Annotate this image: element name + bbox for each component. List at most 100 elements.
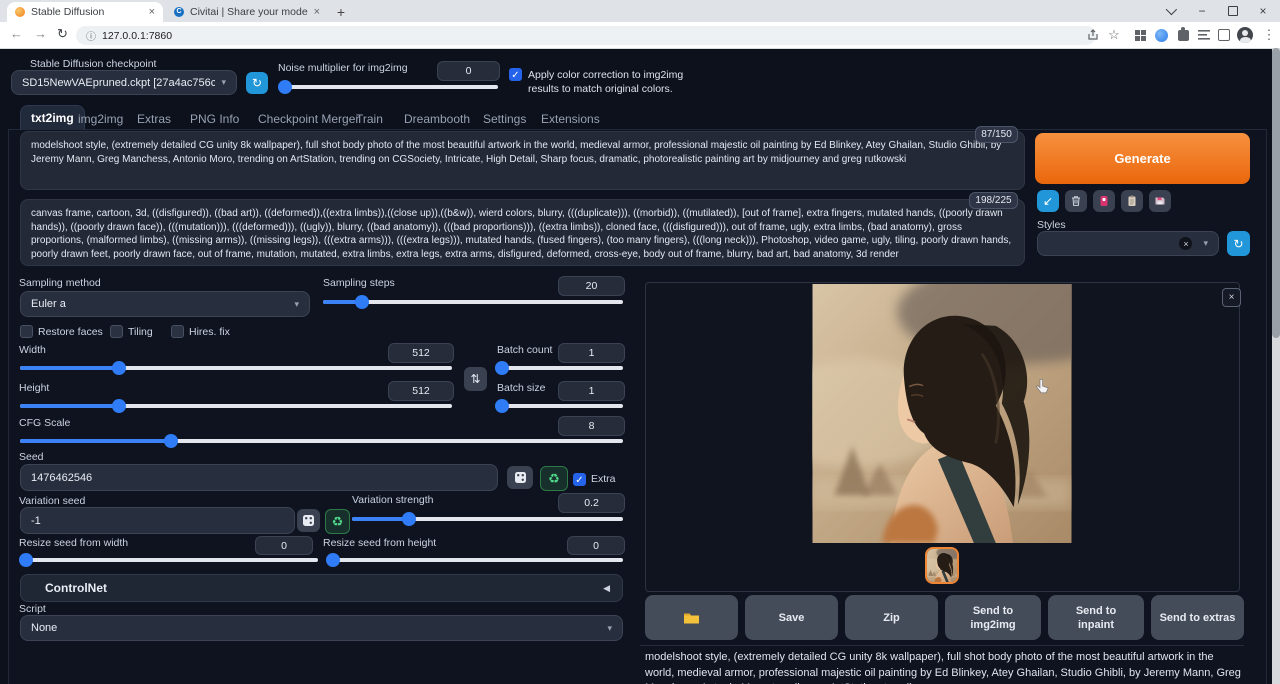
- sampling-method-dropdown[interactable]: Euler a ▾: [20, 291, 310, 317]
- send-to-inpaint-button[interactable]: Send to inpaint: [1048, 595, 1144, 640]
- reload-icon[interactable]: ↻: [57, 26, 68, 42]
- random-variation-seed-dice-button[interactable]: [297, 509, 320, 532]
- sampling-steps-value[interactable]: 20: [558, 276, 625, 296]
- address-bar[interactable]: ⓘ 127.0.0.1:7860: [76, 26, 1096, 45]
- batch-size-value[interactable]: 1: [558, 381, 625, 401]
- open-folder-button[interactable]: [645, 595, 738, 640]
- negative-prompt-textarea[interactable]: canvas frame, cartoon, 3d, ((disfigured)…: [20, 199, 1025, 266]
- gallery-thumbnail[interactable]: [925, 547, 959, 584]
- tab-img2img[interactable]: img2img: [78, 112, 123, 126]
- refresh-styles-button[interactable]: ↻: [1227, 231, 1250, 256]
- height-slider[interactable]: [20, 399, 452, 413]
- slider-knob[interactable]: [112, 399, 126, 413]
- site-info-icon[interactable]: ⓘ: [86, 28, 96, 43]
- variation-seed-input[interactable]: -1: [20, 507, 295, 534]
- share-icon[interactable]: [1085, 27, 1101, 43]
- page-scrollbar-thumb[interactable]: [1272, 48, 1280, 338]
- slider-knob[interactable]: [164, 434, 178, 448]
- tab-extensions[interactable]: Extensions: [541, 112, 600, 126]
- collapse-arrow-icon: ◀: [603, 583, 610, 594]
- slider-knob[interactable]: [326, 553, 340, 567]
- tiling-checkbox[interactable]: [110, 325, 123, 338]
- noise-multiplier-value[interactable]: 0: [437, 61, 500, 81]
- tab-train[interactable]: Train: [356, 112, 383, 126]
- browser-tab-civitai[interactable]: C Civitai | Share your models ×: [166, 2, 328, 22]
- clear-prompt-trash-button[interactable]: [1065, 190, 1087, 212]
- paste-generation-params-button[interactable]: ↙: [1037, 190, 1059, 212]
- slider-knob[interactable]: [112, 361, 126, 375]
- sampling-steps-slider[interactable]: [323, 295, 623, 309]
- extension-blue-dot-icon[interactable]: [1153, 27, 1169, 43]
- extra-networks-card-button[interactable]: [1093, 190, 1115, 212]
- send-to-extras-button[interactable]: Send to extras: [1151, 595, 1244, 640]
- controlnet-accordion[interactable]: ControlNet ◀: [20, 574, 623, 602]
- swap-width-height-button[interactable]: ⇅: [464, 367, 487, 391]
- new-tab-button[interactable]: +: [332, 3, 350, 21]
- slider-knob[interactable]: [495, 361, 509, 375]
- cfg-scale-value[interactable]: 8: [558, 416, 625, 436]
- slider-knob[interactable]: [402, 512, 416, 526]
- random-seed-dice-button[interactable]: [507, 466, 533, 489]
- save-style-floppy-button[interactable]: [1149, 190, 1171, 212]
- tab-dreambooth[interactable]: Dreambooth: [404, 112, 470, 126]
- resize-seed-width-slider[interactable]: [20, 553, 318, 567]
- profile-avatar[interactable]: [1237, 27, 1253, 43]
- apply-styles-clipboard-button[interactable]: [1121, 190, 1143, 212]
- variation-strength-slider[interactable]: [352, 512, 623, 526]
- extensions-puzzle-icon[interactable]: [1175, 27, 1191, 43]
- batch-size-slider[interactable]: [497, 399, 623, 413]
- resize-seed-height-slider[interactable]: [330, 553, 623, 567]
- styles-label: Styles: [1037, 219, 1066, 231]
- zip-button[interactable]: Zip: [845, 595, 938, 640]
- extension-grid-icon[interactable]: [1132, 27, 1148, 43]
- width-slider[interactable]: [20, 361, 452, 375]
- cfg-scale-slider[interactable]: [20, 434, 623, 448]
- tab-extras[interactable]: Extras: [137, 112, 171, 126]
- batch-count-slider[interactable]: [497, 361, 623, 375]
- tab-close-icon[interactable]: ×: [149, 6, 155, 18]
- reuse-variation-seed-button[interactable]: ♻: [325, 509, 350, 534]
- styles-dropdown[interactable]: × ▾: [1037, 231, 1219, 256]
- close-gallery-icon[interactable]: ×: [1222, 288, 1241, 307]
- seed-input[interactable]: 1476462546: [20, 464, 498, 491]
- noise-multiplier-slider[interactable]: [278, 80, 498, 94]
- batch-count-value[interactable]: 1: [558, 343, 625, 363]
- slider-knob[interactable]: [278, 80, 292, 94]
- generate-button[interactable]: Generate: [1035, 133, 1250, 184]
- tab-close-icon[interactable]: ×: [314, 6, 320, 18]
- window-menu-chevron-icon[interactable]: [1155, 0, 1185, 22]
- tab-txt2img[interactable]: txt2img: [20, 105, 85, 130]
- tab-checkpoint-merger[interactable]: Checkpoint Merger: [258, 112, 359, 126]
- back-icon[interactable]: ←: [10, 26, 23, 41]
- save-button[interactable]: Save: [745, 595, 838, 640]
- window-maximize-button[interactable]: [1218, 0, 1248, 22]
- slider-knob[interactable]: [495, 399, 509, 413]
- reuse-seed-button[interactable]: ♻: [540, 466, 568, 491]
- forward-icon[interactable]: →: [34, 26, 47, 41]
- variation-strength-value[interactable]: 0.2: [558, 493, 625, 513]
- script-dropdown[interactable]: None ▾: [20, 615, 623, 641]
- checkpoint-refresh-button[interactable]: ↻: [246, 72, 268, 94]
- tab-png-info[interactable]: PNG Info: [190, 112, 239, 126]
- tab-settings[interactable]: Settings: [483, 112, 526, 126]
- browser-tab-stable-diffusion[interactable]: Stable Diffusion ×: [7, 2, 163, 22]
- width-value[interactable]: 512: [388, 343, 454, 363]
- height-value[interactable]: 512: [388, 381, 454, 401]
- color-correction-checkbox[interactable]: ✓: [509, 68, 522, 81]
- side-panel-icon[interactable]: [1216, 27, 1232, 43]
- reading-list-icon[interactable]: [1196, 27, 1212, 43]
- send-to-img2img-button[interactable]: Send to img2img: [945, 595, 1041, 640]
- bookmark-star-icon[interactable]: ☆: [1106, 27, 1122, 43]
- slider-knob[interactable]: [355, 295, 369, 309]
- slider-knob[interactable]: [19, 553, 33, 567]
- hires-fix-checkbox[interactable]: [171, 325, 184, 338]
- window-close-button[interactable]: ×: [1248, 0, 1278, 22]
- generated-image[interactable]: [812, 284, 1072, 543]
- checkpoint-dropdown[interactable]: SD15NewVAEpruned.ckpt [27a4ac756c] ▾: [11, 70, 237, 95]
- restore-faces-checkbox[interactable]: [20, 325, 33, 338]
- extra-seed-checkbox[interactable]: ✓: [573, 473, 586, 486]
- prompt-textarea[interactable]: modelshoot style, (extremely detailed CG…: [20, 131, 1025, 190]
- browser-menu-kebab-icon[interactable]: ⋮: [1261, 27, 1277, 43]
- window-minimize-button[interactable]: −: [1187, 0, 1217, 22]
- clear-styles-icon[interactable]: ×: [1179, 237, 1192, 250]
